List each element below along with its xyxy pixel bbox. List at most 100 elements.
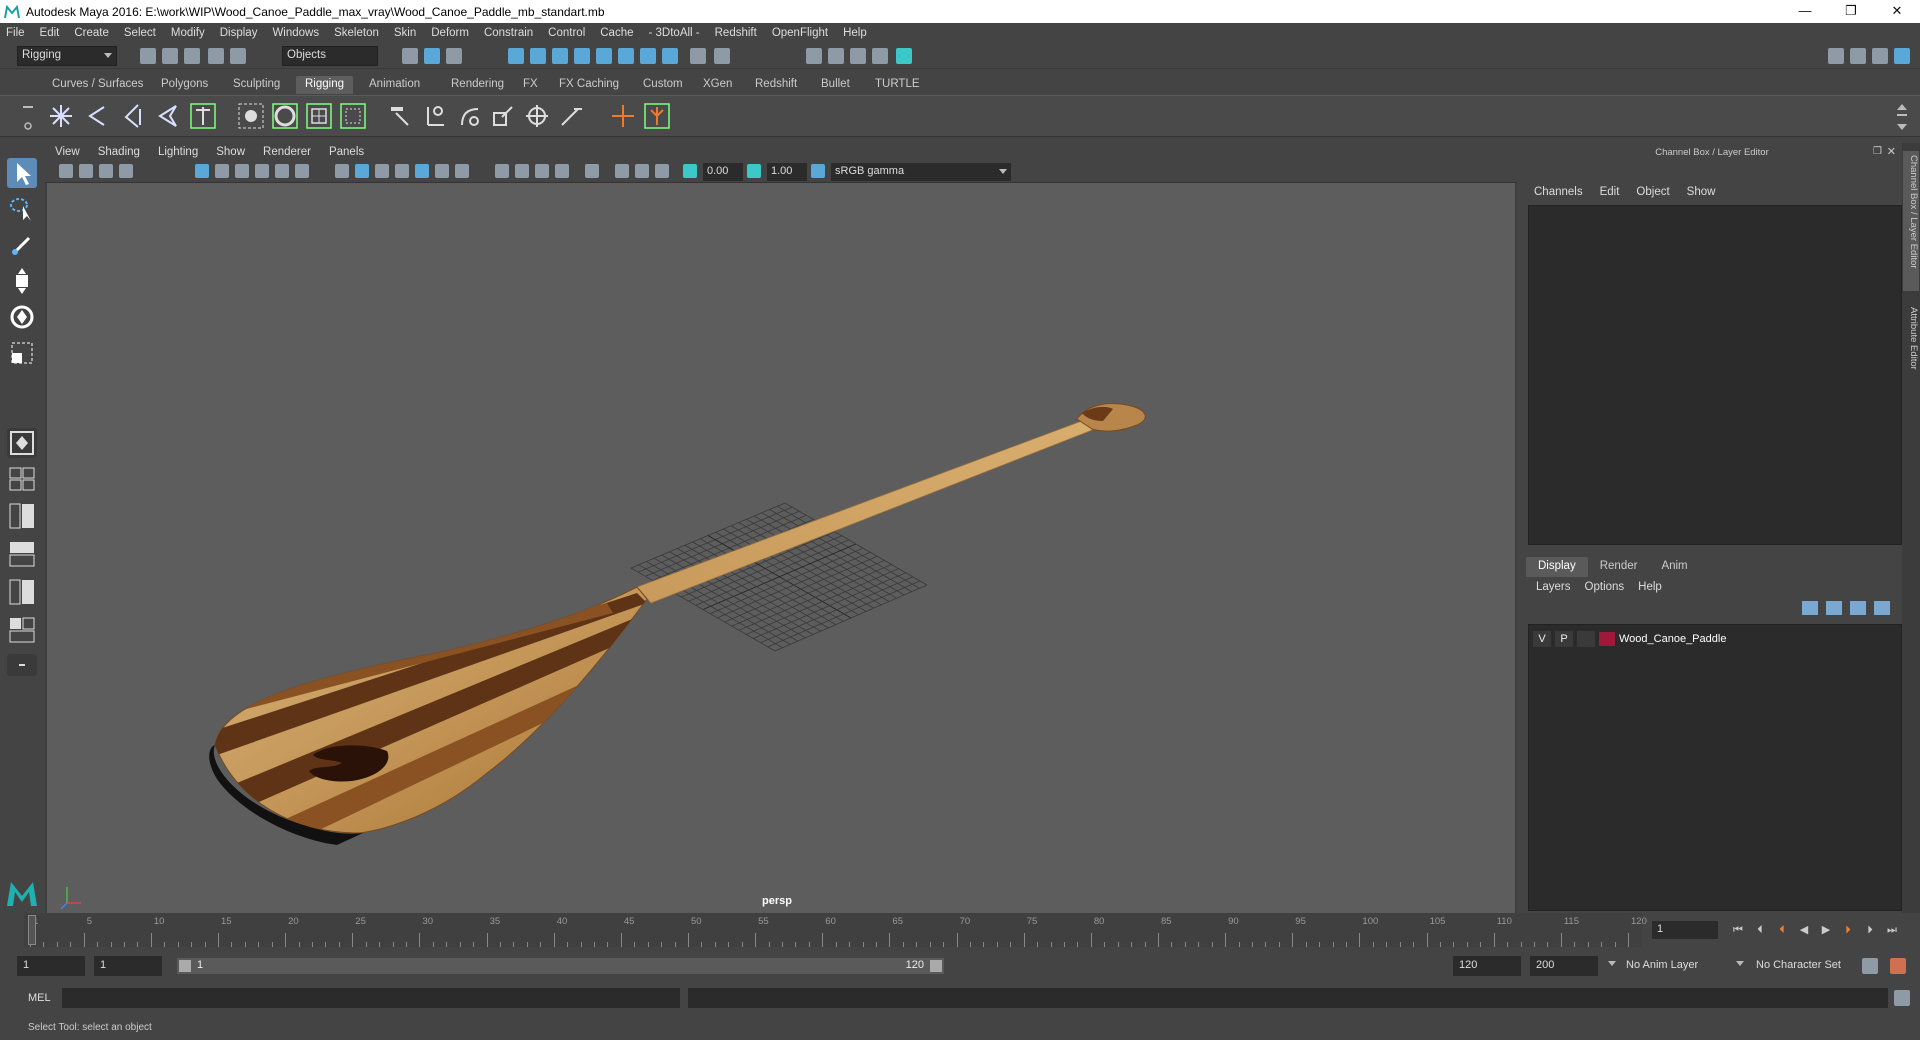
parent-constraint-icon[interactable] (386, 101, 416, 131)
viewport-menu-renderer[interactable]: Renderer (263, 146, 311, 158)
persp-uv-layout[interactable] (7, 616, 37, 644)
select-component-icon[interactable] (446, 48, 462, 64)
gamma-icon[interactable] (747, 164, 761, 178)
ik-fk-switch-icon[interactable] (642, 101, 672, 131)
time-slider-track[interactable]: 1510152025303540455055606570758085909510… (24, 913, 1647, 947)
layer-tab-anim[interactable]: Anim (1649, 557, 1699, 577)
channel-menu-edit[interactable]: Edit (1600, 186, 1620, 198)
motion-blur-icon[interactable] (515, 164, 529, 178)
snap-view-plane-icon[interactable] (574, 48, 590, 64)
lock-icon[interactable] (690, 48, 706, 64)
input-output-icon[interactable] (714, 48, 730, 64)
shelf-tab-bullet[interactable]: Bullet (812, 76, 859, 94)
select-hierarchy-icon[interactable] (402, 48, 418, 64)
play-backwards-icon[interactable]: ◀ (1796, 923, 1812, 937)
field-chart-icon[interactable] (275, 164, 289, 178)
menu-create[interactable]: Create (74, 27, 109, 39)
menu-modify[interactable]: Modify (171, 27, 205, 39)
shelf-tab-sculpting[interactable]: Sculpting (224, 76, 289, 94)
history-icon[interactable] (662, 48, 678, 64)
modeling-toolkit-icon[interactable] (1828, 48, 1844, 64)
viewport-2-icon[interactable] (655, 164, 669, 178)
viewport-menu-panels[interactable]: Panels (329, 146, 364, 158)
close-panel-icon[interactable]: ✕ (1887, 145, 1896, 158)
shelf-tab-rigging[interactable]: Rigging (296, 76, 353, 94)
layer-playback-toggle[interactable]: P (1555, 631, 1573, 647)
close-button[interactable]: ✕ (1874, 0, 1920, 23)
isolate-select-icon[interactable] (585, 164, 599, 178)
shadows-icon[interactable] (455, 164, 469, 178)
menu-windows[interactable]: Windows (272, 27, 319, 39)
ambient-occlusion-icon[interactable] (495, 164, 509, 178)
command-input[interactable] (62, 988, 680, 1008)
channel-menu-object[interactable]: Object (1636, 186, 1669, 198)
animation-end-field[interactable]: 200 (1530, 956, 1598, 976)
layer-menu-layers[interactable]: Layers (1536, 581, 1571, 593)
move-layer-up-icon[interactable] (1802, 601, 1818, 615)
textured-icon[interactable] (395, 164, 409, 178)
insert-joint-icon[interactable] (154, 101, 184, 131)
paddle-model[interactable] (207, 403, 1146, 845)
hypershade-icon[interactable] (872, 48, 888, 64)
undo-icon[interactable] (208, 48, 224, 64)
safe-action-icon[interactable] (295, 164, 309, 178)
move-layer-down-icon[interactable] (1826, 601, 1842, 615)
snap-point-icon[interactable] (552, 48, 568, 64)
step-back-frame-icon[interactable]: ⏴ (1752, 923, 1768, 937)
menu-edit[interactable]: Edit (40, 27, 60, 39)
new-scene-icon[interactable] (140, 48, 156, 64)
depth-of-field-icon[interactable] (555, 164, 569, 178)
snap-live-icon[interactable] (596, 48, 612, 64)
bookmark-icon[interactable] (99, 164, 113, 178)
pole-vector-icon[interactable] (556, 101, 586, 131)
four-view-layout[interactable] (7, 466, 37, 492)
render-view-icon[interactable] (896, 48, 912, 64)
smooth-shade-icon[interactable] (355, 164, 369, 178)
shelf-tab-fx-caching[interactable]: FX Caching (550, 76, 628, 94)
layer-tab-display[interactable]: Display (1526, 557, 1588, 577)
xray-icon[interactable] (415, 164, 429, 178)
play-forwards-icon[interactable]: ▶ (1818, 923, 1834, 937)
orient-constraint-icon[interactable] (454, 101, 484, 131)
lattice-icon[interactable] (304, 101, 334, 131)
joint-tool-icon[interactable] (46, 101, 76, 131)
persp-graph-layout[interactable] (7, 540, 37, 568)
rotate-tool[interactable] (7, 302, 37, 332)
shelf-tab-fx[interactable]: FX (514, 76, 547, 94)
viewport-menu-shading[interactable]: Shading (98, 146, 140, 158)
snap-curve-icon[interactable] (530, 48, 546, 64)
attribute-editor-toggle-icon[interactable] (1850, 48, 1866, 64)
save-scene-icon[interactable] (184, 48, 200, 64)
range-slider-bar[interactable]: 1 120 (177, 958, 944, 974)
shelf-tab-custom[interactable]: Custom (634, 76, 692, 94)
menu-redshift[interactable]: Redshift (715, 27, 757, 39)
smooth-bind-icon[interactable] (270, 101, 300, 131)
channel-menu-show[interactable]: Show (1687, 186, 1716, 198)
menu-control[interactable]: Control (548, 27, 585, 39)
go-to-end-icon[interactable]: ⏭ (1884, 923, 1900, 937)
go-to-start-icon[interactable]: ⏮ (1730, 923, 1746, 937)
move-tool[interactable] (7, 266, 37, 296)
wireframe-icon[interactable] (335, 164, 349, 178)
range-end-handle[interactable] (930, 960, 942, 972)
selection-mask-dropdown[interactable]: Objects (282, 46, 378, 66)
ik-handle-icon[interactable] (82, 101, 112, 131)
channel-box-toggle-icon[interactable] (1894, 48, 1910, 64)
anti-aliasing-icon[interactable] (535, 164, 549, 178)
new-empty-layer-icon[interactable] (1850, 601, 1866, 615)
layer-row[interactable]: V P Wood_Canoe_Paddle (1533, 631, 1895, 647)
xray-active-icon[interactable] (635, 164, 649, 178)
point-constraint-icon[interactable] (420, 101, 450, 131)
select-camera-icon[interactable] (59, 164, 73, 178)
menu-skin[interactable]: Skin (394, 27, 416, 39)
ik-spline-icon[interactable] (118, 101, 148, 131)
current-frame-field[interactable]: 1 (1652, 921, 1718, 939)
layer-color-swatch[interactable] (1599, 632, 1615, 646)
toolbox-more-button[interactable] (7, 654, 37, 676)
step-forward-frame-icon[interactable]: ⏵ (1862, 923, 1878, 937)
scene-canvas[interactable] (47, 183, 1515, 913)
film-gate-icon[interactable] (215, 164, 229, 178)
3d-viewport[interactable]: persp (47, 183, 1515, 913)
render-settings-icon[interactable] (850, 48, 866, 64)
animation-preferences-icon[interactable] (1890, 958, 1906, 974)
